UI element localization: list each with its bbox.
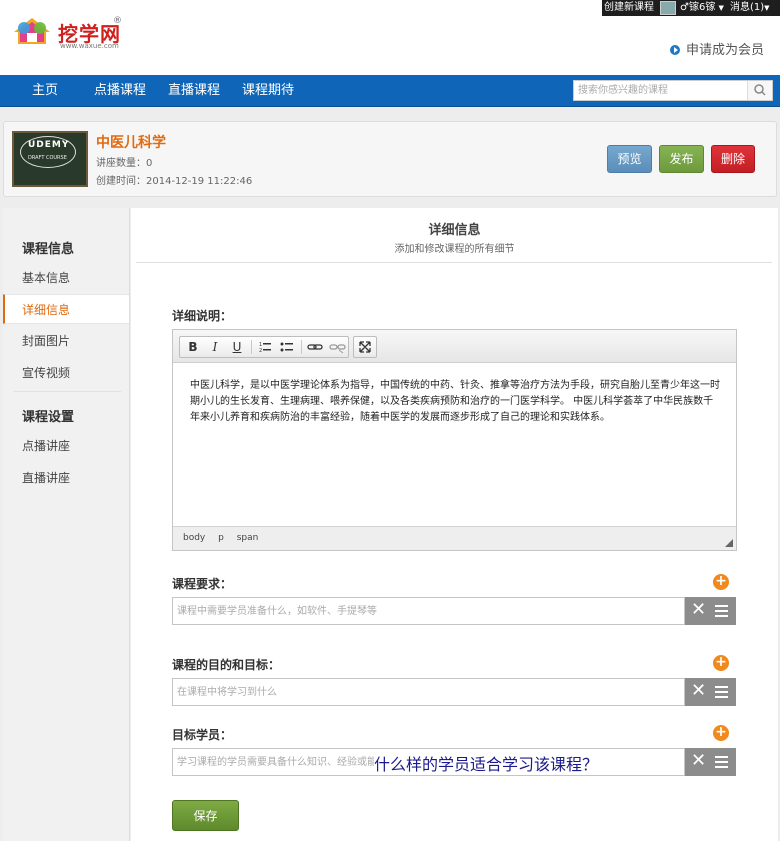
goals-label: 课程的目的和目标：: [172, 658, 281, 672]
preview-button[interactable]: 预览: [607, 145, 652, 173]
search-box: [573, 80, 773, 101]
apply-member-link[interactable]: 申请成为会员: [670, 39, 764, 58]
toolbar-separator: [251, 340, 252, 354]
sidebar: 课程信息 基本信息 详细信息 封面图片 宣传视频 课程设置 点播讲座 直播讲座: [3, 208, 130, 841]
requirements-label: 课程要求：: [172, 577, 233, 591]
logo-icon[interactable]: [10, 16, 54, 46]
messages-menu[interactable]: 消息(1)▼: [730, 0, 770, 16]
editor-statusbar: body p span: [173, 526, 736, 550]
publish-button[interactable]: 发布: [659, 145, 704, 173]
audience-label: 目标学员：: [172, 728, 233, 742]
fullscreen-group: [353, 336, 377, 358]
nav-vod-courses[interactable]: 点播课程: [94, 75, 146, 106]
editor-toolbar: B I U 12: [173, 330, 736, 363]
fullscreen-icon: [359, 341, 371, 353]
nav-live-courses[interactable]: 直播课程: [168, 75, 220, 106]
user-name: 镓6镓: [688, 2, 716, 13]
sidebar-section-course-info: 课程信息: [22, 242, 75, 257]
user-toolbar: 创建新课程 ♂镓6镓 ▼ 消息(1)▼: [602, 0, 780, 16]
save-button[interactable]: 保存: [172, 800, 239, 831]
path-span[interactable]: span: [237, 533, 259, 543]
sidebar-item-basic-info[interactable]: 基本信息: [3, 263, 129, 293]
requirements-actions: ✕: [685, 597, 736, 625]
chevron-down-icon: ▼: [718, 4, 724, 12]
underline-button[interactable]: U: [226, 337, 248, 357]
svg-text:2: 2: [259, 348, 262, 354]
requirements-input[interactable]: [173, 598, 678, 624]
page-subtitle: 添加和修改课程的所有细节: [394, 244, 515, 255]
search-button[interactable]: [747, 81, 772, 100]
goals-actions: ✕: [685, 678, 736, 706]
fullscreen-button[interactable]: [354, 337, 376, 357]
create-course-link[interactable]: 创建新课程: [604, 0, 654, 16]
main-nav: 主页 点播课程 直播课程 课程期待: [0, 75, 780, 107]
bullet-list-icon: [280, 342, 293, 352]
thumbnail-title: UDEMY: [28, 140, 70, 150]
rich-text-editor: B I U 12 中医儿科学，是以中医学理论体系为指导，中国传统的中药、针灸、推: [172, 329, 737, 551]
add-audience-icon[interactable]: +: [713, 725, 729, 741]
requirements-field: [172, 597, 685, 625]
audience-tooltip: 什么样的学员适合学习该课程？: [374, 751, 599, 775]
course-thumbnail: UDEMY DRAFT COURSE: [12, 131, 88, 187]
add-requirement-icon[interactable]: +: [713, 574, 729, 590]
link-icon: [307, 344, 323, 350]
goals-field: [172, 678, 685, 706]
bullet-list-button[interactable]: [276, 337, 298, 357]
ordered-list-button[interactable]: 12: [254, 337, 276, 357]
messages-label: 消息(1): [730, 2, 765, 13]
remove-icon[interactable]: ✕: [691, 680, 706, 702]
sidebar-section-course-settings: 课程设置: [22, 410, 75, 425]
goals-input[interactable]: [173, 679, 678, 705]
remove-icon[interactable]: ✕: [691, 750, 706, 772]
created-time: 创建时间：2014-12-19 11:22:46: [96, 176, 253, 187]
sidebar-item-promo-video[interactable]: 宣传视频: [3, 358, 129, 388]
unlink-button[interactable]: [326, 337, 348, 357]
add-goal-icon[interactable]: +: [713, 655, 729, 671]
thumbnail-subtitle: DRAFT COURSE: [28, 155, 67, 161]
play-icon: [670, 45, 680, 55]
sidebar-divider: [13, 391, 121, 392]
resize-handle[interactable]: [725, 539, 733, 547]
path-body[interactable]: body: [183, 533, 205, 543]
drag-handle-icon[interactable]: [715, 686, 728, 701]
description-label: 详细说明：: [172, 309, 233, 323]
avatar[interactable]: [660, 1, 676, 15]
search-icon: [754, 84, 766, 96]
user-menu[interactable]: ♂镓6镓 ▼: [680, 0, 724, 16]
toolbar-separator: [301, 340, 302, 354]
link-button[interactable]: [304, 337, 326, 357]
format-button-group: B I U 12: [179, 336, 349, 358]
search-input[interactable]: [574, 81, 746, 100]
lecture-count: 讲座数量：0: [96, 158, 153, 169]
divider: [136, 262, 772, 263]
sidebar-item-live-lectures[interactable]: 直播讲座: [3, 463, 129, 493]
sidebar-item-detail-info[interactable]: 详细信息: [3, 294, 129, 324]
path-p[interactable]: p: [218, 533, 224, 543]
italic-button[interactable]: I: [204, 337, 226, 357]
sidebar-item-cover-image[interactable]: 封面图片: [3, 326, 129, 356]
drag-handle-icon[interactable]: [715, 605, 728, 620]
ordered-list-icon: 12: [259, 342, 271, 354]
apply-member-label: 申请成为会员: [686, 43, 765, 58]
delete-button[interactable]: 删除: [711, 145, 755, 173]
drag-handle-icon[interactable]: [715, 756, 728, 771]
male-icon: ♂: [680, 2, 689, 13]
remove-icon[interactable]: ✕: [691, 599, 706, 621]
registered-mark: ®: [113, 16, 122, 26]
nav-home[interactable]: 主页: [32, 75, 58, 106]
editor-content[interactable]: 中医儿科学，是以中医学理论体系为指导，中国传统的中药、针灸、推拿等治疗方法为手段…: [190, 378, 720, 426]
nav-course-wishlist[interactable]: 课程期待: [242, 75, 294, 106]
bold-button[interactable]: B: [182, 337, 204, 357]
course-title: 中医儿科学: [96, 135, 166, 151]
unlink-icon: [329, 344, 346, 354]
sidebar-item-vod-lectures[interactable]: 点播讲座: [3, 431, 129, 461]
page-title: 详细信息: [428, 223, 481, 238]
logo-url: www.waxue.com: [60, 42, 119, 50]
audience-actions: ✕: [685, 748, 736, 776]
chevron-down-icon: ▼: [764, 4, 770, 12]
